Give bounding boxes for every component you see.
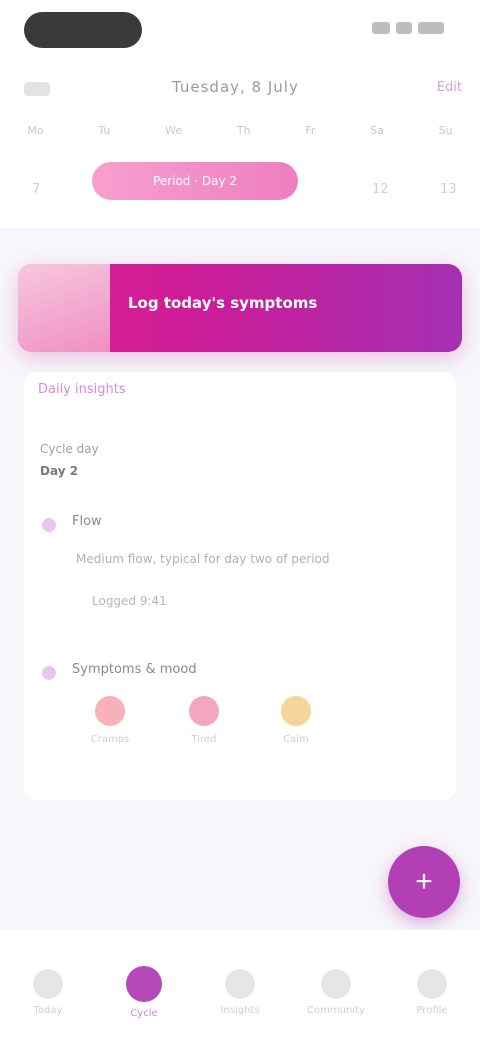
symptom-label: Calm [283, 734, 309, 745]
wifi-icon [396, 22, 412, 34]
symptom-cramps-icon [95, 696, 125, 726]
weekday-label: Su [438, 124, 453, 137]
date-item[interactable]: 13 [440, 182, 457, 197]
flow-meta: Logged 9:41 [92, 594, 167, 608]
cycle-day-info: Cycle day Day 2 [40, 438, 99, 482]
edit-button[interactable]: Edit [437, 80, 462, 95]
insights-card: Daily insights Cycle day Day 2 Flow Medi… [24, 372, 456, 800]
flow-title: Flow [72, 514, 102, 529]
symptom-item[interactable]: Tired [174, 692, 234, 745]
symptom-calm-icon [281, 696, 311, 726]
home-icon [33, 968, 63, 999]
log-symptoms-banner[interactable]: Log today's symptoms [18, 264, 462, 352]
date-item[interactable]: 12 [372, 182, 389, 197]
banner-image [18, 264, 110, 352]
weekday-label: Fr [305, 124, 316, 137]
back-icon[interactable] [24, 82, 50, 96]
symptom-tired-icon [189, 696, 219, 726]
weekday-label: Mo [27, 124, 44, 137]
tab-label: Insights [220, 1004, 260, 1016]
weekday-label: Th [236, 124, 251, 137]
status-icons [372, 22, 444, 34]
cycle-day-label: Cycle day [40, 442, 99, 456]
weekday-label: We [165, 124, 183, 137]
flow-description: Medium flow, typical for day two of peri… [76, 552, 330, 566]
banner-text: Log today's symptoms [128, 294, 318, 312]
symptom-item[interactable]: Cramps [80, 692, 140, 745]
tab-insights[interactable]: Insights [210, 944, 270, 1040]
battery-icon [418, 22, 444, 34]
flow-icon [42, 518, 56, 532]
weekday-labels: Mo Tu We Th Fr Sa Su [0, 124, 480, 137]
symptoms-title: Symptoms & mood [72, 662, 197, 677]
symptoms-icon [42, 666, 56, 680]
tab-today[interactable]: Today [18, 944, 78, 1040]
header: Tuesday, 8 July Edit [0, 60, 480, 120]
weekday-label: Sa [370, 124, 384, 137]
dynamic-island [24, 12, 142, 48]
tab-label: Cycle [130, 1007, 158, 1019]
chat-icon [321, 968, 351, 999]
cycle-day-value: Day 2 [40, 464, 79, 478]
tab-bar: Today Cycle Insights Community Profile [0, 930, 480, 1040]
user-icon [417, 968, 447, 999]
tab-label: Profile [416, 1004, 448, 1016]
add-log-button[interactable]: + [388, 846, 460, 918]
signal-icon [372, 22, 390, 34]
cycle-icon [126, 965, 162, 1002]
symptom-label: Cramps [90, 734, 130, 745]
symptom-list: Cramps Tired Calm [80, 692, 340, 762]
symptom-label: Tired [191, 734, 217, 745]
weekday-label: Tu [98, 124, 111, 137]
tab-label: Community [307, 1004, 365, 1016]
chart-icon [225, 968, 255, 999]
card-heading: Daily insights [38, 382, 126, 397]
status-bar [0, 0, 480, 60]
date-item[interactable]: 7 [32, 182, 40, 197]
symptom-item[interactable]: Calm [266, 692, 326, 745]
page-title: Tuesday, 8 July [172, 78, 299, 96]
tab-label: Today [33, 1004, 63, 1016]
tab-profile[interactable]: Profile [402, 944, 462, 1040]
period-range-highlight[interactable]: Period · Day 2 [92, 162, 298, 200]
week-strip: Mo Tu We Th Fr Sa Su 7 12 13 Period · Da… [0, 118, 480, 228]
tab-community[interactable]: Community [306, 944, 366, 1040]
tab-cycle[interactable]: Cycle [114, 944, 174, 1040]
